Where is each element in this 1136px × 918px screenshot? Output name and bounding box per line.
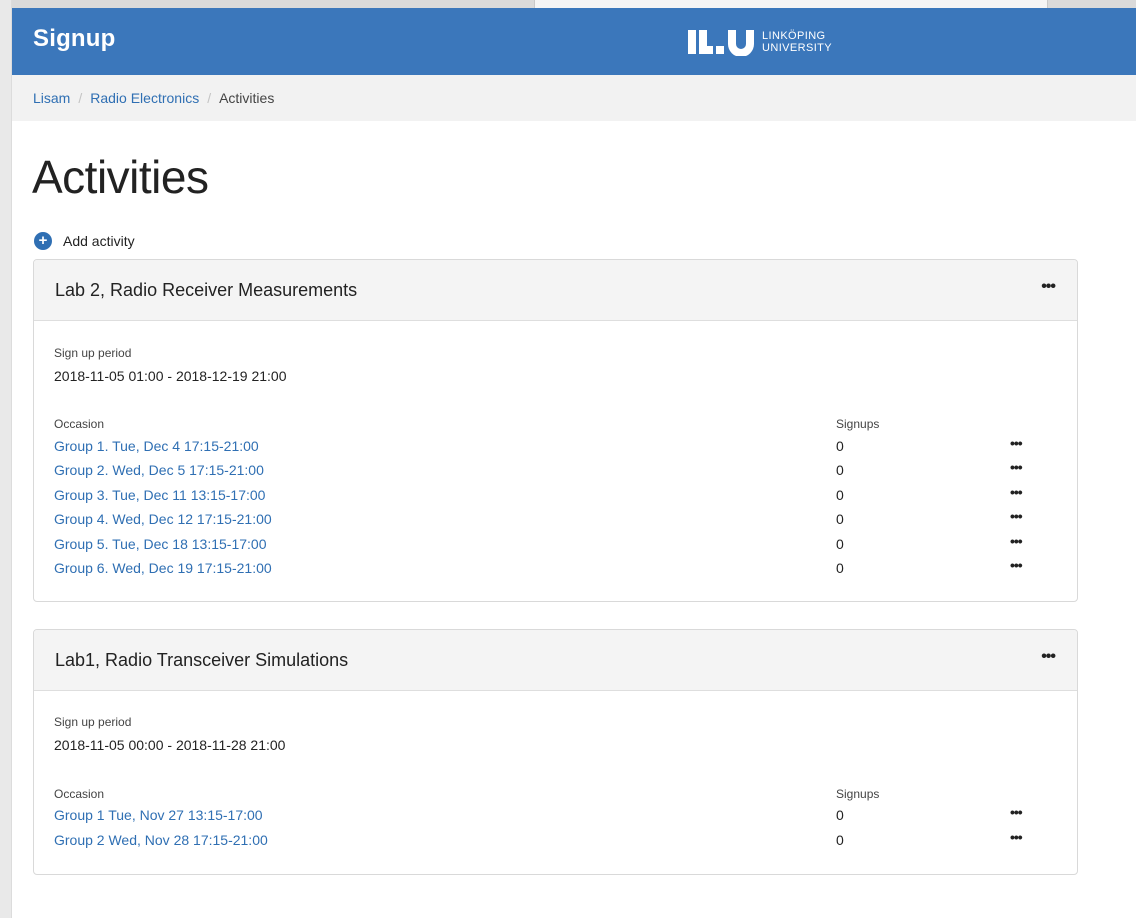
liu-logo-icon: [688, 30, 754, 56]
occasion-row: Group 1 Tue, Nov 27 13:15-17:00 0 •••: [34, 804, 1077, 831]
occasion-menu-ellipsis-icon[interactable]: •••: [1010, 533, 1023, 549]
occasion-menu-ellipsis-icon[interactable]: •••: [1010, 484, 1023, 500]
window-left-edge: [0, 0, 12, 918]
occasion-column-header: Occasion: [54, 787, 105, 801]
signup-period-label: Sign up period: [54, 346, 132, 360]
logo-line-2: UNIVERSITY: [762, 42, 833, 54]
occasion-row: Group 2. Wed, Dec 5 17:15-21:00 0 •••: [34, 459, 1077, 486]
occasion-signups-count: 0: [836, 511, 844, 527]
signups-column-header: Signups: [836, 417, 880, 431]
breadcrumb-item-course[interactable]: Radio Electronics: [90, 90, 199, 106]
occasion-menu-ellipsis-icon[interactable]: •••: [1010, 804, 1023, 820]
signup-period-value: 2018-11-05 00:00 - 2018-11-28 21:00: [54, 737, 286, 753]
app-title[interactable]: Signup: [33, 25, 116, 53]
breadcrumb: Lisam / Radio Electronics / Activities: [12, 75, 1136, 121]
occasion-signups-count: 0: [836, 487, 844, 503]
app-header: Signup LINKÖPING UNIVERSITY: [12, 8, 1136, 75]
signup-period-value: 2018-11-05 01:00 - 2018-12-19 21:00: [54, 368, 287, 384]
breadcrumb-item-lisam[interactable]: Lisam: [33, 90, 70, 106]
occasion-link[interactable]: Group 2 Wed, Nov 28 17:15-21:00: [54, 832, 268, 848]
breadcrumb-separator: /: [78, 90, 83, 106]
breadcrumb-current: Activities: [219, 90, 275, 106]
occasion-signups-count: 0: [836, 438, 844, 454]
occasion-menu-ellipsis-icon[interactable]: •••: [1010, 459, 1023, 475]
page-title: Activities: [32, 151, 209, 203]
logo-text: LINKÖPING UNIVERSITY: [762, 30, 832, 54]
activity-title: Lab1, Radio Transceiver Simulations: [55, 650, 349, 670]
occasion-link[interactable]: Group 4. Wed, Dec 12 17:15-21:00: [54, 511, 272, 527]
occasion-row: Group 6. Wed, Dec 19 17:15-21:00 0 •••: [34, 557, 1077, 584]
occasion-menu-ellipsis-icon[interactable]: •••: [1010, 435, 1023, 451]
liu-logo: LINKÖPING UNIVERSITY: [688, 26, 832, 58]
browser-tab[interactable]: [534, 0, 1048, 8]
occasion-link[interactable]: Group 3. Tue, Dec 11 13:15-17:00: [54, 487, 265, 503]
occasion-signups-count: 0: [836, 832, 844, 848]
add-activity-button[interactable]: + Add activity: [34, 232, 135, 250]
activity-card: Lab 2, Radio Receiver Measurements ••• S…: [33, 259, 1078, 602]
signup-period-label: Sign up period: [54, 715, 132, 729]
browser-top-strip: [12, 0, 1136, 8]
occasion-row: Group 3. Tue, Dec 11 13:15-17:00 0 •••: [34, 484, 1077, 511]
occasion-menu-ellipsis-icon[interactable]: •••: [1010, 508, 1023, 524]
occasion-link[interactable]: Group 1 Tue, Nov 27 13:15-17:00: [54, 807, 263, 823]
occasion-menu-ellipsis-icon[interactable]: •••: [1010, 829, 1023, 845]
occasion-row: Group 5. Tue, Dec 18 13:15-17:00 0 •••: [34, 533, 1077, 560]
activity-card: Lab1, Radio Transceiver Simulations ••• …: [33, 629, 1078, 875]
occasion-signups-count: 0: [836, 807, 844, 823]
activity-card-header: Lab1, Radio Transceiver Simulations •••: [34, 630, 1077, 691]
occasion-signups-count: 0: [836, 560, 844, 576]
activity-title: Lab 2, Radio Receiver Measurements: [55, 280, 358, 300]
occasion-link[interactable]: Group 2. Wed, Dec 5 17:15-21:00: [54, 462, 264, 478]
occasion-link[interactable]: Group 1. Tue, Dec 4 17:15-21:00: [54, 438, 259, 454]
occasion-menu-ellipsis-icon[interactable]: •••: [1010, 557, 1023, 573]
add-activity-label[interactable]: Add activity: [63, 233, 135, 249]
activity-card-header: Lab 2, Radio Receiver Measurements •••: [34, 260, 1077, 321]
occasion-row: Group 1. Tue, Dec 4 17:15-21:00 0 •••: [34, 435, 1077, 462]
occasion-link[interactable]: Group 6. Wed, Dec 19 17:15-21:00: [54, 560, 272, 576]
plus-circle-icon[interactable]: +: [34, 232, 52, 250]
logo-line-1: LINKÖPING: [762, 30, 826, 42]
occasion-column-header: Occasion: [54, 417, 105, 431]
activity-menu-ellipsis-icon[interactable]: •••: [1041, 648, 1056, 666]
occasion-signups-count: 0: [836, 462, 844, 478]
occasion-signups-count: 0: [836, 536, 844, 552]
occasion-row: Group 4. Wed, Dec 12 17:15-21:00 0 •••: [34, 508, 1077, 535]
activity-menu-ellipsis-icon[interactable]: •••: [1041, 278, 1056, 296]
breadcrumb-separator: /: [207, 90, 212, 106]
signups-column-header: Signups: [836, 787, 880, 801]
occasion-row: Group 2 Wed, Nov 28 17:15-21:00 0 •••: [34, 829, 1077, 856]
occasion-link[interactable]: Group 5. Tue, Dec 18 13:15-17:00: [54, 536, 266, 552]
